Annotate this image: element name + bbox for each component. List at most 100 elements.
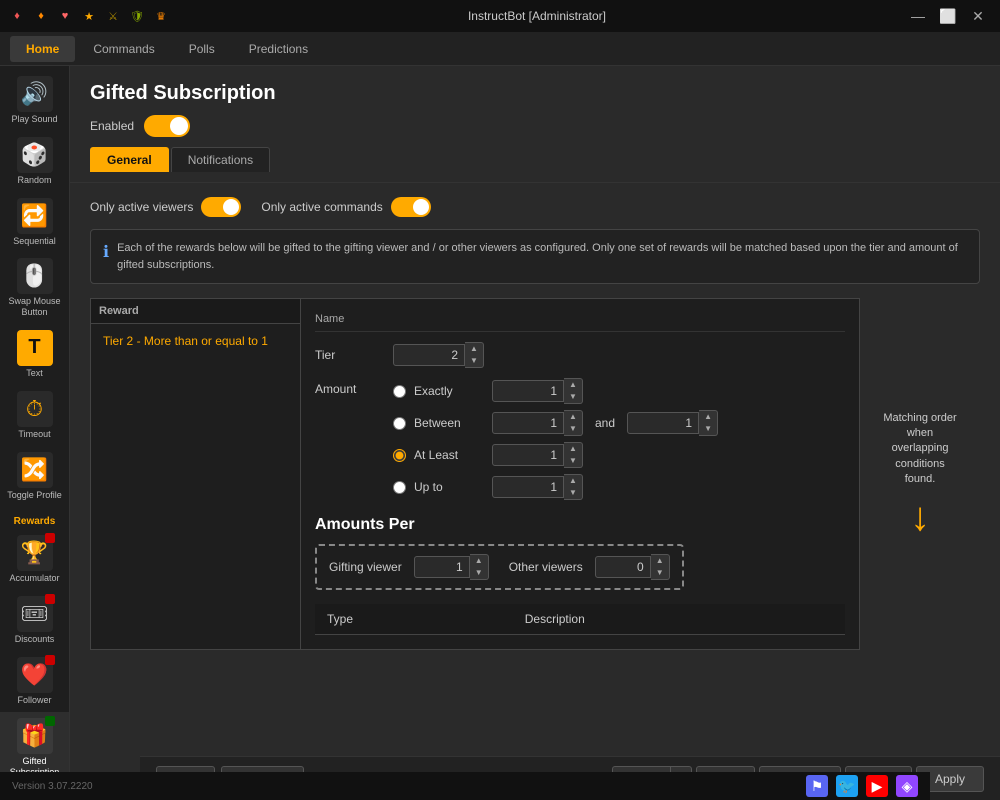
youtube-icon[interactable]: ▶: [866, 775, 888, 797]
maximize-button[interactable]: ⬜: [934, 5, 962, 27]
twitter-icon[interactable]: 🐦: [836, 775, 858, 797]
gifting-up[interactable]: ▲: [470, 555, 488, 567]
twitch-icon[interactable]: ◈: [896, 775, 918, 797]
sidebar-label-sequential: Sequential: [13, 236, 56, 247]
gifted-subscription-badge: [45, 716, 55, 726]
titlebar-icon-group: ♦ ♦ ♥ ★ ⚔ 🛡 ♛: [8, 7, 170, 25]
at-least-label: At Least: [414, 448, 484, 462]
tab-notifications[interactable]: Notifications: [171, 147, 270, 172]
and-text: and: [595, 416, 615, 430]
sidebar-item-timeout[interactable]: ⏱ Timeout: [0, 385, 69, 446]
sidebar-item-play-sound[interactable]: 🔊 Play Sound: [0, 70, 69, 131]
only-active-viewers-option: Only active viewers: [90, 197, 241, 217]
titlebar-controls: — ⬜ ✕: [904, 5, 992, 27]
oav-knob: [223, 199, 239, 215]
between-input2[interactable]: [627, 412, 699, 434]
between-radio[interactable]: [393, 417, 406, 430]
up-to-radio[interactable]: [393, 481, 406, 494]
sidebar-item-sequential[interactable]: 🔁 Sequential: [0, 192, 69, 253]
minimize-button[interactable]: —: [904, 5, 932, 27]
main-layout: 🔊 Play Sound 🎲 Random 🔁 Sequential: [0, 66, 1000, 800]
other-up[interactable]: ▲: [651, 555, 669, 567]
icon-flame: ♦: [32, 7, 50, 25]
down-arrow-icon: ↓: [910, 497, 930, 537]
at-least-radio[interactable]: [393, 449, 406, 462]
up-to-up[interactable]: ▲: [564, 475, 582, 487]
nav-home[interactable]: Home: [10, 36, 75, 62]
only-active-commands-toggle[interactable]: [391, 197, 431, 217]
tier-up[interactable]: ▲: [465, 343, 483, 355]
exactly-spin: ▲▼: [492, 378, 583, 404]
between-spin1: ▲▼: [492, 410, 583, 436]
sidebar-item-random[interactable]: 🎲 Random: [0, 131, 69, 192]
tab-general[interactable]: General: [90, 147, 169, 172]
amount-label: Amount: [315, 378, 385, 396]
between-row: Between ▲▼ and ▲▼: [393, 410, 718, 436]
navbar: Home Commands Polls Predictions: [0, 32, 1000, 66]
version-bar: Version 3.07.2220 ⚑ 🐦 ▶ ◈: [0, 772, 930, 800]
at-least-spin: ▲▼: [492, 442, 583, 468]
nav-polls[interactable]: Polls: [173, 36, 231, 62]
at-least-row: At Least ▲▼: [393, 442, 718, 468]
sidebar-item-toggle-profile[interactable]: 🔀 Toggle Profile: [0, 446, 69, 507]
only-active-viewers-label: Only active viewers: [90, 200, 193, 214]
discounts-badge: [45, 594, 55, 604]
nav-commands[interactable]: Commands: [77, 36, 170, 62]
up-to-input[interactable]: [492, 476, 564, 498]
sidebar-item-discounts[interactable]: 🎟 Discounts: [0, 590, 69, 651]
icon-star: ★: [80, 7, 98, 25]
up-to-down[interactable]: ▼: [564, 487, 582, 499]
sidebar-section-rewards: Rewards: [0, 510, 69, 529]
exactly-down[interactable]: ▼: [564, 391, 582, 403]
toggle-knob: [170, 117, 188, 135]
other-down[interactable]: ▼: [651, 567, 669, 579]
only-active-viewers-toggle[interactable]: [201, 197, 241, 217]
tier-input[interactable]: [393, 344, 465, 366]
between-input1[interactable]: [492, 412, 564, 434]
between-up2[interactable]: ▲: [699, 411, 717, 423]
sidebar-item-accumulator[interactable]: 🏆 Accumulator: [0, 529, 69, 590]
gifting-down[interactable]: ▼: [470, 567, 488, 579]
tab-bar: General Notifications: [90, 147, 980, 172]
between-down1[interactable]: ▼: [564, 423, 582, 435]
follower-badge: [45, 655, 55, 665]
content-area: Gifted Subscription Enabled General Noti…: [70, 66, 1000, 800]
exactly-input[interactable]: [492, 380, 564, 402]
exactly-label: Exactly: [414, 384, 484, 398]
gifting-viewer-input[interactable]: [414, 556, 470, 578]
reward-item-tier2[interactable]: Tier 2 - More than or equal to 1: [95, 328, 296, 354]
tier-down[interactable]: ▼: [465, 355, 483, 367]
between-down2[interactable]: ▼: [699, 423, 717, 435]
rewards-table: Type Description: [315, 604, 845, 635]
up-to-label: Up to: [414, 480, 484, 494]
sidebar-label-text: Text: [26, 368, 43, 379]
sidebar-label-random: Random: [17, 175, 51, 186]
enabled-toggle[interactable]: [144, 115, 190, 137]
gifting-viewer-label: Gifting viewer: [329, 560, 402, 574]
nav-predictions[interactable]: Predictions: [233, 36, 324, 62]
discord-icon[interactable]: ⚑: [806, 775, 828, 797]
sidebar-item-swap-mouse[interactable]: 🖱️ Swap Mouse Button: [0, 252, 69, 324]
sidebar-item-text[interactable]: T Text: [0, 324, 69, 385]
between-up1[interactable]: ▲: [564, 411, 582, 423]
sidebar-label-follower: Follower: [17, 695, 51, 706]
accumulator-badge: [45, 533, 55, 543]
info-box: ℹ Each of the rewards below will be gift…: [90, 229, 980, 284]
up-to-spin: ▲▼: [492, 474, 583, 500]
sidebar-label-swap-mouse: Swap Mouse Button: [2, 296, 67, 318]
exactly-up[interactable]: ▲: [564, 379, 582, 391]
info-icon: ℹ: [103, 241, 109, 265]
at-least-down[interactable]: ▼: [564, 455, 582, 467]
only-active-commands-label: Only active commands: [261, 200, 382, 214]
at-least-input[interactable]: [492, 444, 564, 466]
exactly-radio[interactable]: [393, 385, 406, 398]
at-least-up[interactable]: ▲: [564, 443, 582, 455]
tier-spin: ▲ ▼: [393, 342, 484, 368]
social-icons: ⚑ 🐦 ▶ ◈: [806, 775, 918, 797]
titlebar: ♦ ♦ ♥ ★ ⚔ 🛡 ♛ InstructBot [Administrator…: [0, 0, 1000, 32]
sidebar-label-play-sound: Play Sound: [11, 114, 57, 125]
other-viewers-input[interactable]: [595, 556, 651, 578]
close-button[interactable]: ✕: [964, 5, 992, 27]
sidebar-item-follower[interactable]: ❤️ Follower: [0, 651, 69, 712]
icon-crown: ♛: [152, 7, 170, 25]
